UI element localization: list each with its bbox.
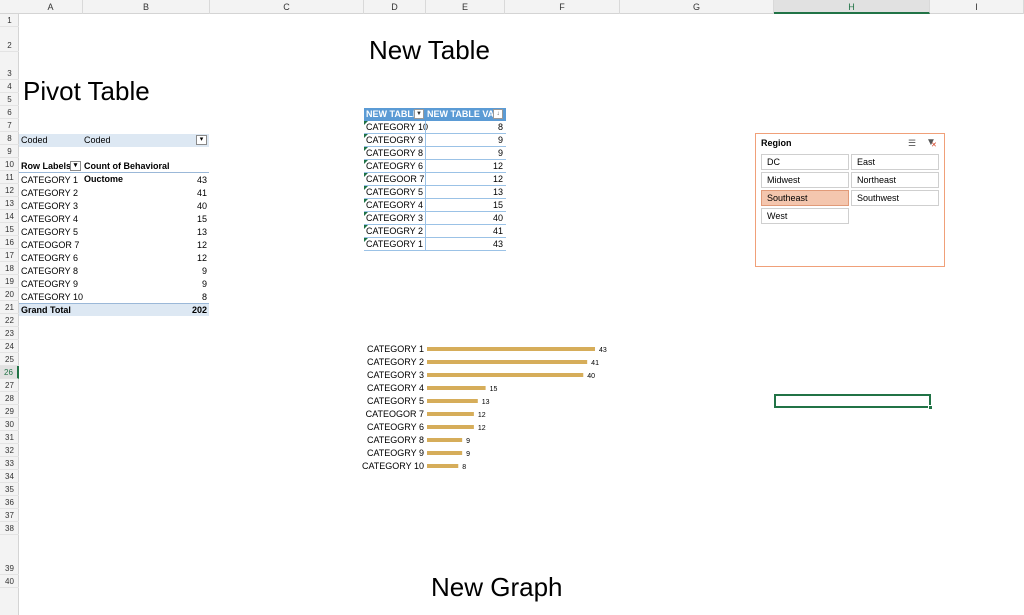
bar-chart: CATEGORY 1 43 CATEGORY 2 41 CATEGORY 3 40 CATE…: [362, 344, 607, 471]
chart-data-label: 12: [478, 412, 486, 419]
fill-handle[interactable]: [928, 405, 933, 410]
chart-bar[interactable]: [427, 438, 463, 442]
chart-category-label: CATEOGRY 9: [367, 448, 424, 458]
chart-bar[interactable]: [427, 386, 486, 390]
chart-category-label: CATEGORY 8: [367, 435, 424, 445]
chart-bar[interactable]: [427, 399, 478, 403]
selected-cell[interactable]: [774, 394, 933, 410]
chart-category-label: CATEGORY 3: [367, 370, 424, 380]
chart-data-label: 8: [462, 464, 466, 471]
chart-bar[interactable]: [427, 347, 595, 351]
chart-category-label: CATEGORY 1: [367, 344, 424, 354]
chart-data-label: 15: [490, 386, 498, 393]
chart-category-label: CATEGORY 10: [362, 461, 424, 471]
chart-bar[interactable]: [427, 373, 584, 377]
chart-data-label: 9: [466, 451, 470, 458]
chart-category-label: CATEOGOR 7: [366, 409, 424, 419]
chart-bar[interactable]: [427, 360, 588, 364]
chart-data-label: 41: [591, 360, 599, 367]
chart-data-label: 43: [599, 347, 607, 354]
chart-bar[interactable]: [427, 412, 474, 416]
chart-data-label: 40: [587, 373, 595, 380]
chart-category-label: CATEGORY 2: [367, 357, 424, 367]
chart-data-label: 12: [478, 425, 486, 432]
chart-category-label: CATEGORY 5: [367, 396, 424, 406]
chart-category-label: CATEGORY 4: [367, 383, 424, 393]
chart-data-label: 13: [482, 399, 490, 406]
chart-bar[interactable]: [427, 425, 474, 429]
chart-category-label: CATEOGRY 6: [367, 422, 424, 432]
chart-data-label: 9: [466, 438, 470, 445]
chart-bar[interactable]: [427, 451, 463, 455]
chart-bar[interactable]: [427, 464, 459, 468]
